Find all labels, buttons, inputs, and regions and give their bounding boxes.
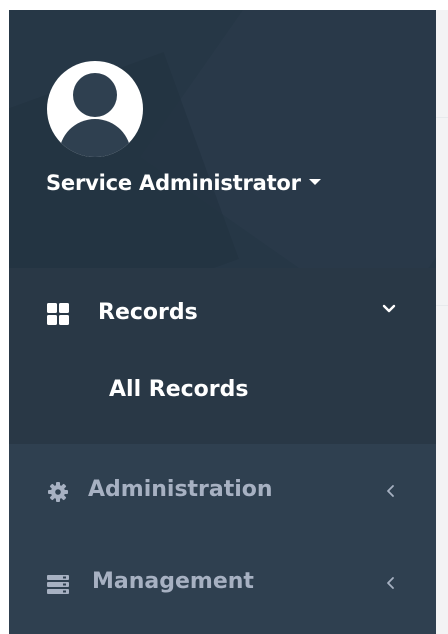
th-large-icon bbox=[47, 303, 69, 325]
sidebar-item-administration[interactable]: Administration bbox=[9, 461, 436, 521]
sidebar-subitem-all-records[interactable]: All Records bbox=[109, 377, 248, 402]
sidebar-item-label: Administration bbox=[88, 477, 273, 502]
chevron-down-icon bbox=[382, 304, 396, 313]
profile-dropdown-toggle[interactable]: Service Administrator bbox=[46, 171, 321, 195]
sidebar-item-label: Management bbox=[92, 569, 254, 594]
gear-icon bbox=[48, 482, 68, 502]
content-divider bbox=[436, 305, 448, 306]
sidebar-section-records: Records All Records bbox=[9, 268, 436, 444]
profile-name: Service Administrator bbox=[46, 171, 301, 195]
content-area bbox=[436, 10, 448, 634]
avatar-body bbox=[59, 119, 131, 157]
sidebar-item-management[interactable]: Management bbox=[9, 553, 436, 613]
app-frame: Service Administrator Records All Record… bbox=[0, 0, 448, 634]
top-navbar bbox=[436, 10, 448, 118]
server-icon bbox=[47, 575, 69, 594]
chevron-left-icon bbox=[387, 577, 394, 589]
user-avatar-icon[interactable] bbox=[47, 61, 143, 157]
caret-down-icon bbox=[308, 179, 321, 185]
chevron-left-icon bbox=[387, 485, 394, 497]
sidebar-item-records[interactable]: Records bbox=[9, 285, 436, 345]
profile-header: Service Administrator bbox=[9, 10, 436, 268]
sidebar: Service Administrator Records All Record… bbox=[9, 10, 436, 634]
avatar-head bbox=[73, 73, 117, 117]
sidebar-item-label: Records bbox=[98, 300, 198, 325]
